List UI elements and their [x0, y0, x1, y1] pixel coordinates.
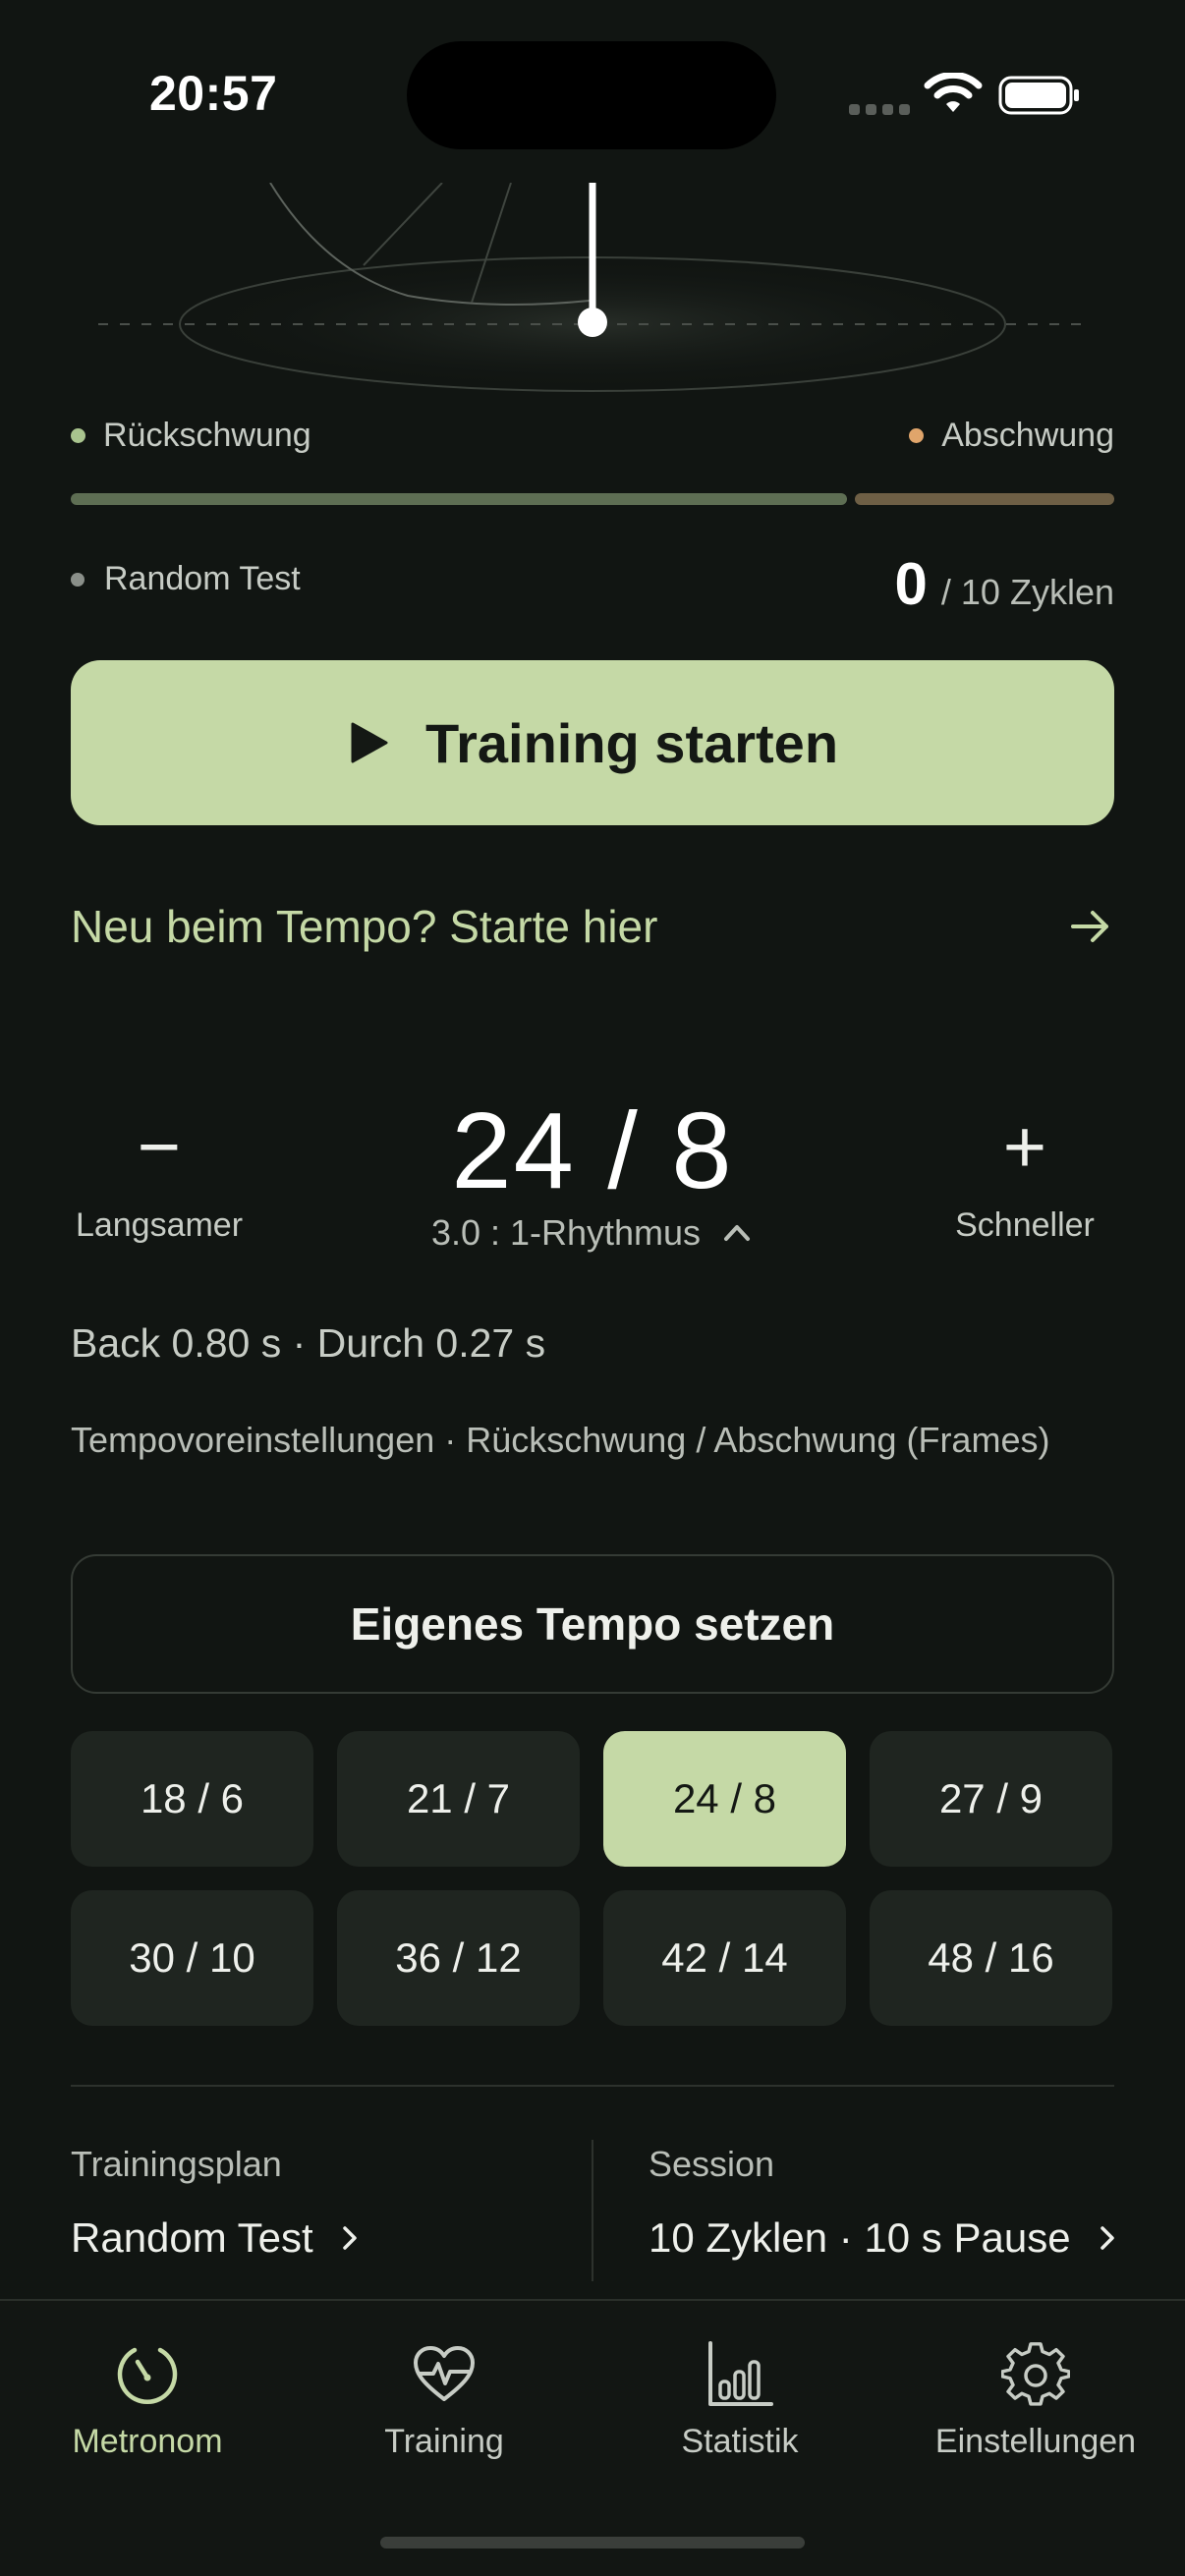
active-plan: Random Test — [71, 560, 301, 598]
tab-metronome-label: Metronom — [72, 2423, 223, 2460]
pendulum-visual — [98, 183, 1091, 392]
status-time: 20:57 — [149, 66, 278, 121]
preset-18-6[interactable]: 18 / 6 — [71, 1731, 313, 1867]
preset-30-10[interactable]: 30 / 10 — [71, 1890, 313, 2026]
home-indicator[interactable] — [380, 2537, 805, 2548]
custom-tempo-button[interactable]: Eigenes Tempo setzen — [71, 1554, 1114, 1694]
preset-42-14[interactable]: 42 / 14 — [603, 1890, 846, 2026]
tab-statistics-label: Statistik — [681, 2423, 799, 2460]
presets-title: Tempovoreinstellungen · Rückschwung / Ab… — [71, 1420, 1050, 1460]
timing-info: Back 0.80 s · Durch 0.27 s — [71, 1320, 546, 1366]
metronome-icon — [117, 2347, 178, 2405]
cycle-counter: 0 / 10 Zyklen — [895, 550, 1114, 618]
divider — [71, 2085, 1114, 2087]
tab-statistics[interactable]: Statistik — [592, 2340, 887, 2461]
tempo-value: 24 / 8 — [451, 1091, 734, 1211]
bar-chart-icon — [708, 2341, 773, 2406]
arrow-right-icon — [1071, 911, 1108, 942]
slower-button[interactable]: − Langsamer — [61, 1100, 257, 1245]
chevron-right-icon — [1100, 2226, 1114, 2250]
tab-settings[interactable]: Einstellungen — [888, 2340, 1183, 2461]
legend-down: Abschwung — [909, 417, 1114, 455]
dynamic-island — [407, 41, 776, 149]
faster-label: Schneller — [955, 1206, 1095, 1244]
gear-icon — [1001, 2342, 1070, 2406]
intro-link[interactable]: Neu beim Tempo? Starte hier — [71, 892, 1114, 961]
training-plan-value: Random Test — [71, 2214, 313, 2261]
phase-bar-down — [855, 493, 1114, 505]
training-plan-value-row: Random Test — [71, 2214, 365, 2262]
rhythm-label: 3.0 : 1-Rhythmus — [430, 1212, 702, 1253]
footer-separator — [592, 2140, 593, 2281]
legend-down-label: Abschwung — [941, 417, 1114, 454]
back-dot-icon — [71, 428, 85, 443]
wifi-icon — [924, 73, 983, 112]
start-training-label: Training starten — [424, 711, 839, 774]
start-training-button[interactable]: Training starten — [71, 660, 1114, 825]
preset-36-12[interactable]: 36 / 12 — [337, 1890, 580, 2026]
session-value-row: 10 Zyklen · 10 s Pause — [649, 2214, 1122, 2262]
cellular-signal-icon — [849, 104, 910, 115]
play-icon — [351, 722, 388, 763]
faster-button[interactable]: + Schneller — [927, 1100, 1123, 1245]
tab-settings-label: Einstellungen — [934, 2423, 1137, 2460]
cycles-done: 0 — [894, 551, 928, 617]
cycles-total: / 10 Zyklen — [940, 572, 1114, 612]
tab-metronome[interactable]: Metronom — [0, 2340, 295, 2461]
session-value: 10 Zyklen · 10 s Pause — [649, 2214, 1071, 2261]
tab-bar: Metronom Training Statistik Einstellunge… — [0, 2299, 1185, 2576]
preset-27-9[interactable]: 27 / 9 — [870, 1731, 1112, 1867]
chevron-up-icon — [724, 1225, 751, 1241]
plus-icon: + — [1002, 1105, 1047, 1189]
legend-back: Rückschwung — [71, 417, 311, 455]
preset-48-16[interactable]: 48 / 16 — [870, 1890, 1112, 2026]
legend-back-label: Rückschwung — [103, 417, 311, 454]
minus-icon: − — [137, 1105, 182, 1189]
tab-training-label: Training — [384, 2423, 504, 2460]
chevron-right-icon — [342, 2226, 357, 2250]
preset-grid: 18 / 6 21 / 7 24 / 8 27 / 9 30 / 10 36 /… — [71, 1731, 1114, 2026]
session-selector[interactable]: Session 10 Zyklen · 10 s Pause — [649, 2144, 1122, 2262]
battery-icon — [998, 76, 1079, 115]
rhythm-selector[interactable]: 3.0 : 1-Rhythmus — [344, 1212, 841, 1254]
preset-21-7[interactable]: 21 / 7 — [337, 1731, 580, 1867]
training-plan-selector[interactable]: Trainingsplan Random Test — [71, 2144, 365, 2262]
down-dot-icon — [909, 428, 925, 443]
plan-dot-icon — [71, 572, 85, 587]
slower-label: Langsamer — [75, 1206, 244, 1244]
phase-bar-back — [71, 493, 847, 505]
active-plan-name: Random Test — [104, 560, 301, 597]
tab-training[interactable]: Training — [297, 2340, 592, 2461]
training-plan-title: Trainingsplan — [71, 2144, 282, 2184]
intro-link-label: Neu beim Tempo? Starte hier — [71, 901, 658, 952]
metronome-screen: 20:57 Rückschwung Abschwung Random Test … — [0, 0, 1185, 2576]
session-title: Session — [649, 2144, 775, 2184]
heart-pulse-icon — [414, 2346, 475, 2401]
preset-24-8[interactable]: 24 / 8 — [603, 1731, 846, 1867]
